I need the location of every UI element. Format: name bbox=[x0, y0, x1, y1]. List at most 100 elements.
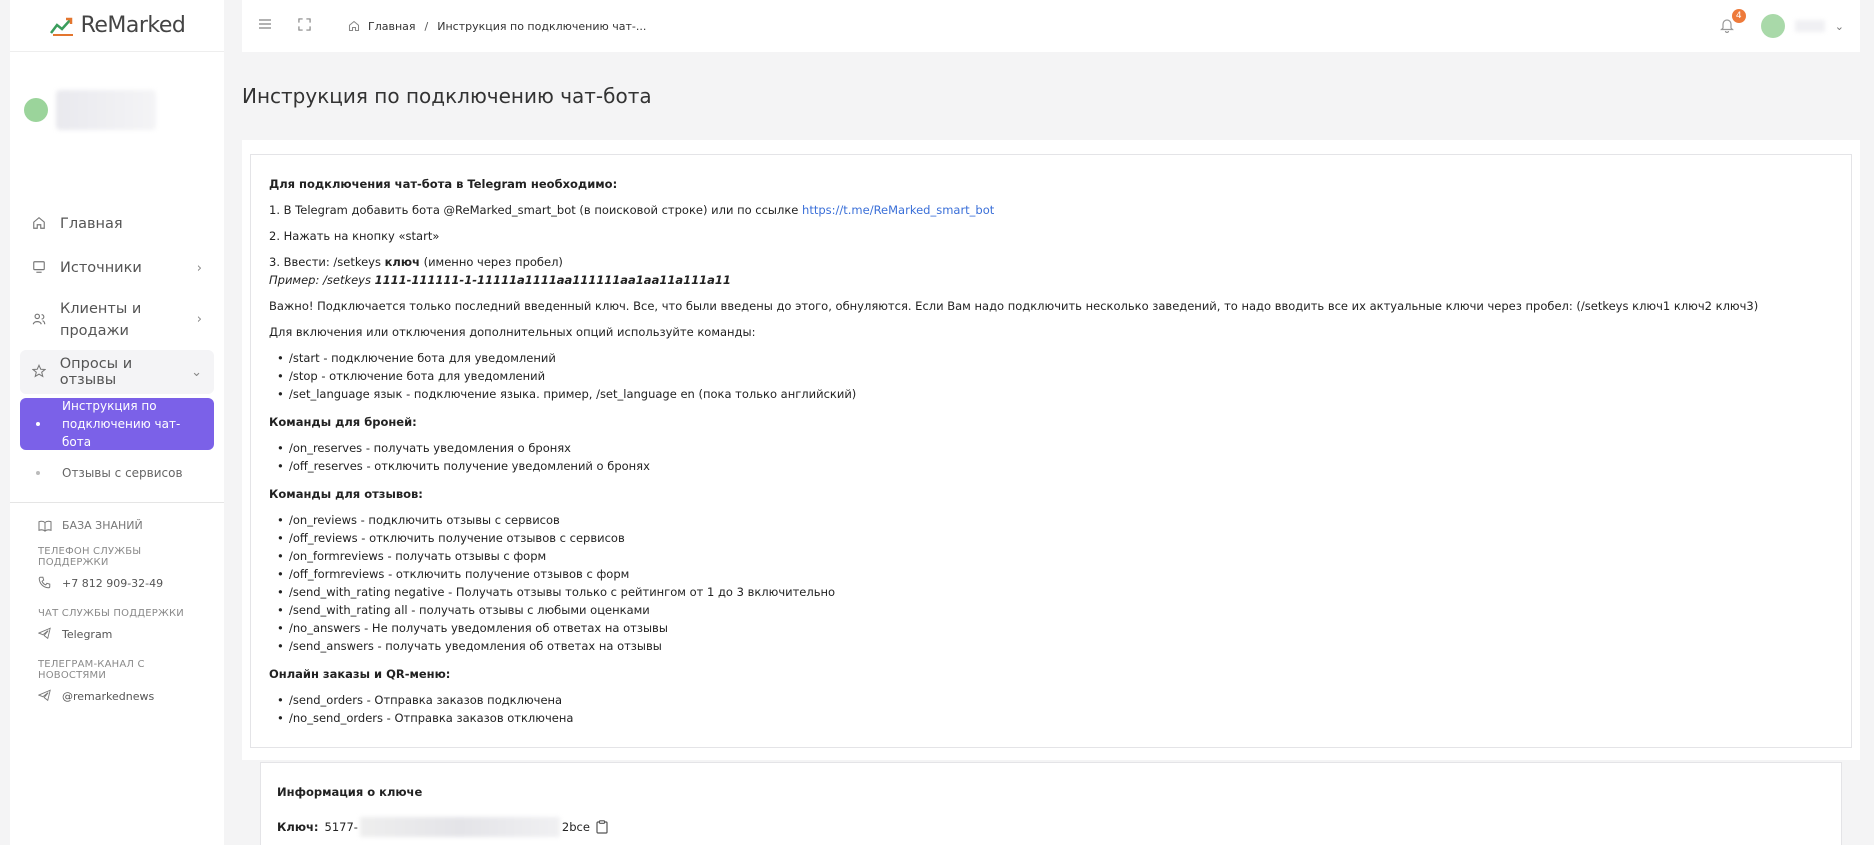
reviews-heading: Команды для отзывов: bbox=[269, 487, 423, 501]
step-1: 1. В Telegram добавить бота @ReMarked_sm… bbox=[269, 201, 1833, 219]
bullet-dot bbox=[36, 471, 40, 475]
telegram-bot-link[interactable]: https://t.me/ReMarked_smart_bot bbox=[802, 203, 994, 217]
brand-name: ReMarked bbox=[80, 13, 186, 38]
reserves-heading: Команды для броней: bbox=[269, 415, 417, 429]
sidebar-item-clients[interactable]: Клиенты и продажи › bbox=[20, 290, 214, 350]
telegram-icon bbox=[38, 689, 52, 703]
page-title: Инструкция по подключению чат-бота bbox=[242, 84, 652, 108]
fullscreen-icon[interactable] bbox=[298, 18, 314, 34]
step-3-key: ключ bbox=[384, 255, 420, 269]
profile-name-redacted bbox=[56, 90, 156, 130]
sidebar-subitem-chatbot-instructions[interactable]: Инструкция по подключению чат-бота bbox=[20, 398, 214, 450]
phone-number: +7 812 909-32-49 bbox=[62, 576, 164, 590]
chevron-down-icon[interactable]: ⌄ bbox=[1835, 20, 1844, 33]
sidebar: ReMarked Главная Источники › Клиенты и п… bbox=[10, 0, 224, 845]
chat-heading: ЧАТ СЛУЖБЫ ПОДДЕРЖКИ bbox=[38, 608, 184, 619]
sidebar-item-label: Главная bbox=[60, 216, 123, 232]
sidebar-subitem-service-reviews[interactable]: Отзывы с сервисов bbox=[20, 456, 214, 490]
support-chat-link[interactable]: Telegram bbox=[38, 627, 196, 641]
chevron-right-icon: › bbox=[196, 312, 202, 327]
list-item: /off_reserves - отключить получение увед… bbox=[277, 457, 1833, 475]
sidebar-item-surveys[interactable]: Опросы и отзывы ⌄ bbox=[20, 350, 214, 394]
chevron-right-icon: › bbox=[196, 260, 202, 276]
sidebar-nav: Главная Источники › Клиенты и продажи › … bbox=[10, 202, 224, 394]
notification-count-badge: 4 bbox=[1731, 9, 1746, 23]
step-3: 3. Ввести: /setkeys ключ (именно через п… bbox=[269, 253, 1833, 271]
key-info-card: Информация о ключе Ключ: 5177- 2bce bbox=[260, 762, 1842, 845]
list-item: /off_reviews - отключить получение отзыв… bbox=[277, 529, 1833, 547]
step-1-text: 1. В Telegram добавить бота @ReMarked_sm… bbox=[269, 203, 803, 217]
list-item: /on_reserves - получать уведомления о бр… bbox=[277, 439, 1833, 457]
news-heading: ТЕЛЕГРАМ-КАНАЛ С НОВОСТЯМИ bbox=[38, 659, 145, 681]
reserves-list: /on_reserves - получать уведомления о бр… bbox=[277, 439, 1833, 475]
instructions-card: Для подключения чат-бота в Telegram необ… bbox=[250, 154, 1852, 748]
menu-icon[interactable] bbox=[258, 18, 274, 34]
orders-list: /send_orders - Отправка заказов подключе… bbox=[277, 691, 1833, 727]
support-phone-link[interactable]: +7 812 909-32-49 bbox=[38, 576, 196, 590]
example-label: Пример: /setkeys bbox=[269, 273, 375, 287]
news-channel-label: @remarkednews bbox=[62, 689, 155, 703]
orders-heading: Онлайн заказы и QR-меню: bbox=[269, 667, 451, 681]
list-item: /no_answers - Не получать уведомления об… bbox=[277, 619, 1833, 637]
options-list: /start - подключение бота для уведомлени… bbox=[277, 349, 1833, 403]
list-item: /send_with_rating negative - Получать от… bbox=[277, 583, 1833, 601]
sidebar-footer: БАЗА ЗНАНИЙ ТЕЛЕФОН СЛУЖБЫ ПОДДЕРЖКИ +7 … bbox=[10, 502, 224, 719]
key-prefix: 5177- bbox=[324, 820, 358, 834]
key-row: Ключ: 5177- 2bce bbox=[277, 817, 1825, 837]
sidebar-item-sources[interactable]: Источники › bbox=[20, 246, 214, 290]
sidebar-item-label: Клиенты и продажи bbox=[60, 301, 142, 339]
list-item: /stop - отключение бота для уведомлений bbox=[277, 367, 1833, 385]
avatar[interactable] bbox=[1760, 14, 1785, 38]
list-item: /on_reviews - подключить отзывы с сервис… bbox=[277, 511, 1833, 529]
chat-label: Telegram bbox=[62, 627, 113, 641]
sidebar-subitem-label: Инструкция по подключению чат-бота bbox=[62, 399, 181, 449]
reviews-list: /on_reviews - подключить отзывы с сервис… bbox=[277, 511, 1833, 655]
breadcrumb: Главная / Инструкция по подключению чат-… bbox=[348, 20, 646, 33]
key-info-title: Информация о ключе bbox=[277, 785, 423, 799]
list-item: /send_with_rating all - получать отзывы … bbox=[277, 601, 1833, 619]
chevron-down-icon: ⌄ bbox=[191, 364, 202, 380]
example-key: 1111-111111-1-11111a1111aa111111aa1aa11a… bbox=[374, 273, 731, 287]
bullet-dot bbox=[36, 422, 40, 426]
step-3-text: 3. Ввести: /setkeys bbox=[269, 255, 385, 269]
home-icon bbox=[32, 216, 48, 232]
knowledge-base-link[interactable]: БАЗА ЗНАНИЙ bbox=[38, 519, 196, 532]
sidebar-subitem-label: Отзывы с сервисов bbox=[62, 466, 183, 480]
star-icon bbox=[32, 364, 48, 380]
breadcrumb-home-link[interactable]: Главная bbox=[368, 20, 416, 33]
list-item: /off_formreviews - отключить получение о… bbox=[277, 565, 1833, 583]
breadcrumb-separator: / bbox=[424, 19, 429, 33]
avatar bbox=[24, 98, 48, 122]
phone-heading: ТЕЛЕФОН СЛУЖБЫ ПОДДЕРЖКИ bbox=[38, 546, 142, 568]
list-item: /send_answers - получать уведомления об … bbox=[277, 637, 1833, 655]
monitor-icon bbox=[32, 260, 48, 276]
users-icon bbox=[32, 312, 48, 328]
news-channel-link[interactable]: @remarkednews bbox=[38, 689, 196, 703]
phone-icon bbox=[38, 576, 52, 590]
example-command: Пример: /setkeys 1111-111111-1-11111a111… bbox=[269, 271, 1833, 289]
clipboard-icon[interactable] bbox=[596, 820, 608, 834]
book-icon bbox=[38, 520, 52, 532]
user-profile[interactable] bbox=[10, 52, 224, 162]
topbar-right: 4 ⌄ bbox=[1719, 9, 1844, 38]
home-icon[interactable] bbox=[348, 20, 360, 32]
key-suffix: 2bce bbox=[561, 820, 590, 834]
list-item: /send_orders - Отправка заказов подключе… bbox=[277, 691, 1833, 709]
instructions-intro: Для подключения чат-бота в Telegram необ… bbox=[269, 175, 1833, 193]
key-value-redacted bbox=[359, 817, 560, 837]
notifications-bell-icon[interactable]: 4 bbox=[1719, 9, 1746, 35]
sidebar-submenu: Инструкция по подключению чат-бота Отзыв… bbox=[10, 398, 224, 490]
brand-logo[interactable]: ReMarked bbox=[10, 0, 224, 52]
list-item: /set_language язык - подключение языка. … bbox=[277, 385, 1833, 403]
step-2: 2. Нажать на кнопку «start» bbox=[269, 229, 440, 243]
list-item: /on_formreviews - получать отзывы с форм bbox=[277, 547, 1833, 565]
list-item: /start - подключение бота для уведомлени… bbox=[277, 349, 1833, 367]
sidebar-item-label: Опросы и отзывы bbox=[59, 356, 133, 388]
topbar: Главная / Инструкция по подключению чат-… bbox=[242, 0, 1860, 52]
key-label: Ключ: bbox=[277, 820, 319, 834]
options-heading: Для включения или отключения дополнитель… bbox=[269, 325, 756, 339]
list-item: /no_send_orders - Отправка заказов отклю… bbox=[277, 709, 1833, 727]
important-note: Важно! Подключается только последний вве… bbox=[269, 299, 1759, 313]
sidebar-item-home[interactable]: Главная bbox=[20, 202, 214, 246]
knowledge-base-label: БАЗА ЗНАНИЙ bbox=[62, 519, 143, 532]
